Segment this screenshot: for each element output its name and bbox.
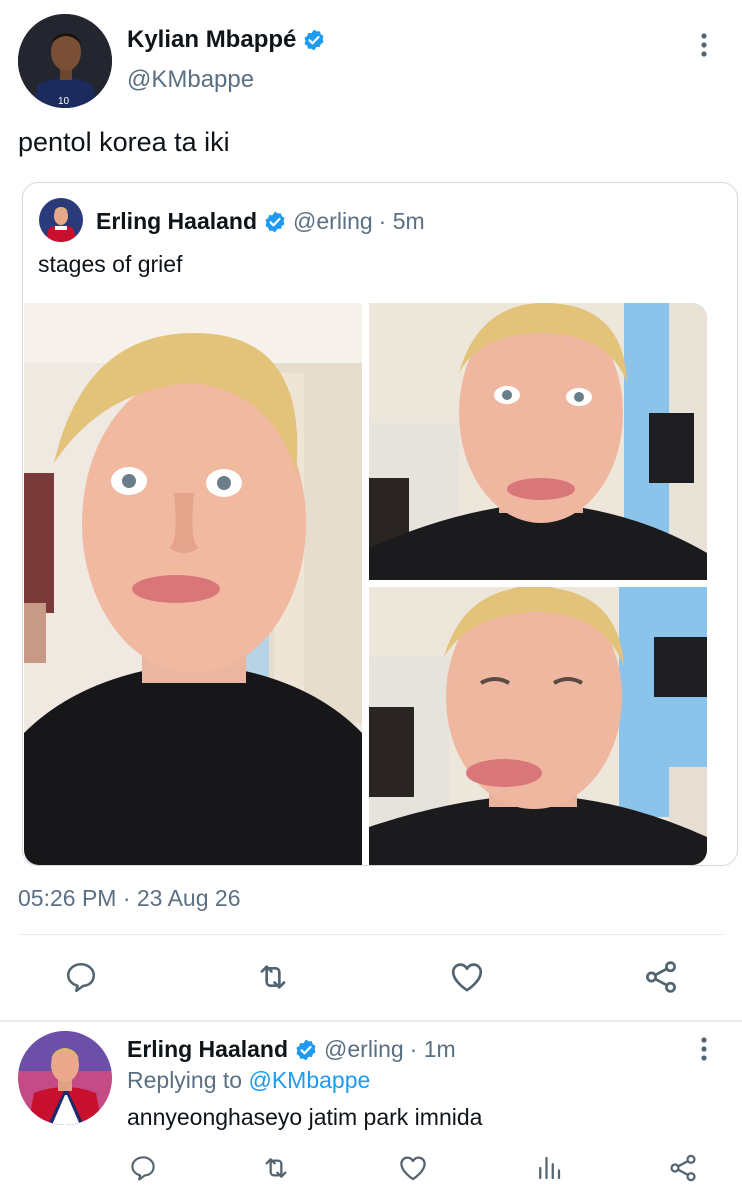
reply-bubble-icon	[131, 1156, 155, 1181]
author-handle[interactable]: @KMbappe	[127, 66, 254, 94]
like-button[interactable]	[446, 956, 488, 998]
retweet-icon	[265, 1158, 287, 1178]
quoted-photo-3[interactable]	[369, 587, 707, 865]
author-avatar[interactable]: 10	[18, 14, 112, 108]
replying-to-mention[interactable]: @KMbappe	[248, 1067, 370, 1093]
reply-button[interactable]	[60, 956, 102, 998]
reply-like-button[interactable]	[396, 1150, 430, 1186]
reply-share-button[interactable]	[666, 1150, 700, 1186]
quoted-tweet-text: stages of grief	[38, 251, 183, 277]
reply-bubble-icon	[66, 962, 96, 993]
more-vertical-icon[interactable]	[692, 32, 716, 58]
share-button[interactable]	[640, 956, 682, 998]
replying-to-label: Replying to	[127, 1067, 243, 1093]
views-chart-icon	[539, 1156, 561, 1180]
verified-badge-icon	[294, 1038, 318, 1062]
reply-reply-button[interactable]	[126, 1150, 160, 1186]
retweet-button[interactable]	[252, 956, 294, 998]
quoted-tweet-card[interactable]: Erling Haaland @erling · 5m stages of gr…	[22, 182, 738, 866]
share-icon	[670, 1154, 696, 1182]
retweet-icon	[260, 965, 286, 989]
reply-author-name[interactable]: Erling Haaland	[127, 1036, 288, 1063]
reply-header: Erling Haaland @erling · 1m	[127, 1036, 456, 1063]
quoted-photo-2[interactable]	[369, 303, 707, 580]
svg-text:10: 10	[58, 96, 70, 107]
quoted-tweet-header: Erling Haaland @erling · 5m	[96, 208, 425, 235]
tweet-text: pentol korea ta iki	[18, 127, 230, 157]
divider	[18, 934, 724, 935]
heart-icon	[400, 1156, 426, 1181]
quoted-tweet-time: · 5m	[378, 208, 425, 234]
share-icon	[646, 961, 676, 993]
author-name-row[interactable]: Kylian Mbappé	[127, 26, 326, 54]
reply-text: annyeonghaseyo jatim park imnida	[127, 1104, 483, 1130]
reply-time: · 1m	[409, 1036, 456, 1062]
verified-badge-icon	[302, 28, 326, 52]
quoted-author-avatar[interactable]	[39, 198, 83, 242]
reply-views-button[interactable]	[532, 1150, 566, 1186]
replying-to-line: Replying to @KMbappe	[127, 1067, 370, 1094]
tweet-timestamp[interactable]: 05:26 PM · 23 Aug 26	[18, 885, 241, 912]
quoted-author-handle[interactable]: @erling	[293, 208, 373, 235]
reply-retweet-button[interactable]	[259, 1150, 293, 1186]
more-vertical-icon[interactable]	[692, 1036, 716, 1062]
heart-icon	[451, 963, 483, 992]
quoted-photo-1[interactable]	[24, 303, 362, 865]
reply-author-handle[interactable]: @erling	[324, 1036, 404, 1063]
author-name[interactable]: Kylian Mbappé	[127, 26, 296, 54]
reply-author-avatar[interactable]	[18, 1031, 112, 1125]
verified-badge-icon	[263, 210, 287, 234]
quoted-author-name[interactable]: Erling Haaland	[96, 208, 257, 235]
divider	[0, 1020, 742, 1022]
